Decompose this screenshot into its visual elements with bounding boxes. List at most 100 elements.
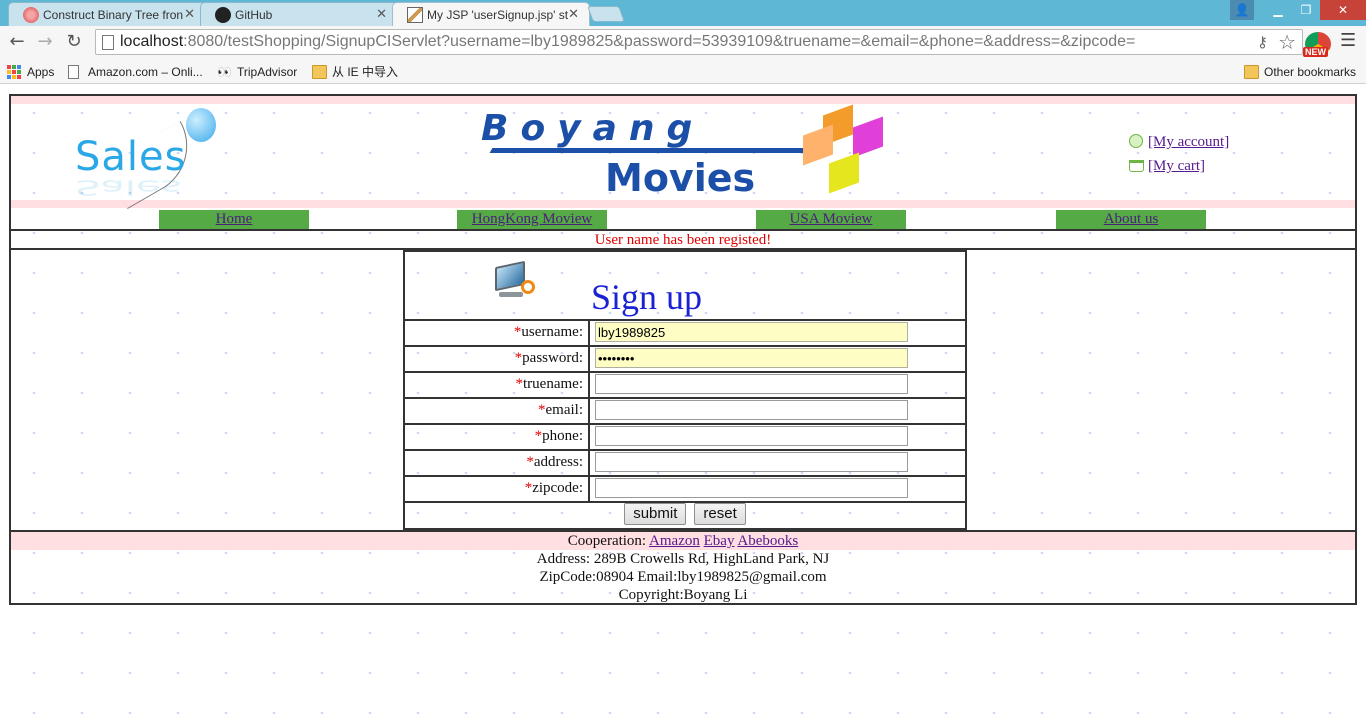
nav-home[interactable]: Home: [159, 210, 309, 229]
brand-logo-bar: [489, 148, 813, 153]
site-footer: Cooperation: Amazon Ebay Abebooks Addres…: [11, 532, 1355, 605]
error-message: User name has been registed!: [594, 232, 772, 248]
tab-label: Construct Binary Tree fron: [43, 8, 184, 22]
page-icon: [102, 35, 114, 50]
field-label: *zipcode:: [405, 477, 590, 501]
address-input[interactable]: [595, 452, 908, 472]
bookmark-apps[interactable]: Apps: [7, 63, 54, 81]
user-icon[interactable]: 👤: [1230, 0, 1254, 20]
nav-link[interactable]: HongKong Moview: [472, 211, 592, 227]
form-title: Sign up: [591, 277, 703, 317]
label-text: zipcode:: [532, 480, 583, 496]
cube-icon: [803, 124, 833, 166]
brand-logo-bottom: Movies: [605, 156, 756, 200]
reset-button[interactable]: reset: [694, 503, 746, 525]
reload-icon[interactable]: ↻: [63, 31, 85, 53]
nav-link[interactable]: Home: [216, 211, 253, 227]
window-close-icon[interactable]: ✕: [1320, 0, 1366, 20]
close-icon[interactable]: ✕: [568, 6, 579, 22]
site-frame: Sales Sales Boyang Movies [My account] […: [9, 94, 1357, 605]
required-mark: *: [515, 376, 524, 392]
nav-hongkong-moview[interactable]: HongKong Moview: [457, 210, 607, 229]
url-host: localhost: [120, 33, 184, 50]
cube-icon: [829, 152, 859, 194]
username-input[interactable]: [595, 322, 908, 342]
minimize-icon[interactable]: ▁: [1264, 0, 1292, 20]
my-account-link[interactable]: [My account]: [1148, 134, 1229, 150]
cooperation-line: Cooperation: Amazon Ebay Abebooks: [11, 532, 1355, 550]
leetcode-icon: [23, 7, 39, 23]
bookmarks-bar: Apps Amazon.com – Onli... 👀 TripAdvisor …: [0, 60, 1366, 84]
bookmark-label: Amazon.com – Onli...: [88, 65, 203, 79]
window-controls: 👤 ▁ ❐ ✕: [1230, 0, 1366, 20]
jsp-icon: [407, 7, 423, 23]
cooperation-label: Cooperation:: [567, 533, 647, 549]
balloon-icon: [186, 108, 216, 142]
zipcode-input[interactable]: [595, 478, 908, 498]
nav-usa-moview[interactable]: USA Moview: [756, 210, 906, 229]
page-content: Sales Sales Boyang Movies [My account] […: [0, 85, 1366, 728]
label-text: address:: [533, 454, 583, 470]
url-path: :8080/testShopping/SignupCIServlet?usern…: [183, 33, 1136, 50]
nav-link[interactable]: About us: [1104, 211, 1159, 227]
new-tab-button[interactable]: [587, 6, 625, 22]
sales-logo-reflection: Sales: [75, 175, 182, 199]
email-input[interactable]: [595, 400, 908, 420]
header-band: [11, 96, 1355, 104]
bookmark-star-icon[interactable]: ☆: [1278, 30, 1296, 54]
footer-contact: ZipCode:08904 Email:lby1989825@gmail.com: [539, 569, 827, 585]
partner-link-ebay[interactable]: Ebay: [704, 533, 735, 549]
form-header: Sign up: [405, 252, 965, 321]
form-row-address: *address:: [405, 451, 965, 477]
tab-user-signup[interactable]: My JSP 'userSignup.jsp' st ✕: [392, 2, 590, 26]
tab-github[interactable]: GitHub ✕: [200, 2, 398, 26]
partner-link-amazon[interactable]: Amazon: [649, 533, 700, 549]
close-icon[interactable]: ✕: [376, 6, 387, 22]
submit-button[interactable]: submit: [624, 503, 687, 525]
address-bar[interactable]: localhost:8080/testShopping/SignupCIServ…: [95, 29, 1303, 55]
field-label: *email:: [405, 399, 590, 423]
footer-address: Address: 289B Crowells Rd, HighLand Park…: [536, 551, 830, 567]
tripadvisor-icon: 👀: [217, 65, 232, 79]
header-band: [11, 200, 1355, 208]
partner-link-abebooks[interactable]: Abebooks: [737, 533, 798, 549]
globe-icon: [1129, 134, 1143, 148]
bookmark-ie-import[interactable]: 从 IE 中导入: [312, 63, 398, 81]
tab-label: My JSP 'userSignup.jsp' st: [427, 8, 569, 22]
close-icon[interactable]: ✕: [184, 6, 195, 22]
field-label: *phone:: [405, 425, 590, 449]
form-row-phone: *phone:: [405, 425, 965, 451]
label-text: email:: [545, 402, 584, 418]
forward-arrow-icon[interactable]: →: [34, 31, 56, 53]
nav-link[interactable]: USA Moview: [790, 211, 873, 227]
extension-badge: NEW: [1303, 47, 1328, 57]
tab-construct-binary-tree[interactable]: Construct Binary Tree fron ✕: [8, 2, 206, 26]
url-text[interactable]: localhost:8080/testShopping/SignupCIServ…: [120, 33, 1135, 51]
bookmark-tripadvisor[interactable]: 👀 TripAdvisor: [217, 63, 297, 81]
field-label: *truename:: [405, 373, 590, 397]
password-input[interactable]: [595, 348, 908, 368]
required-mark: *: [538, 402, 546, 418]
folder-icon: [312, 65, 327, 79]
sales-logo: Sales: [75, 134, 187, 180]
my-cart-link[interactable]: [My cart]: [1148, 158, 1205, 174]
site-header: Sales Sales Boyang Movies [My account] […: [11, 96, 1355, 210]
maximize-icon[interactable]: ❐: [1292, 0, 1320, 20]
apps-icon: [7, 65, 22, 79]
menu-icon[interactable]: ☰: [1340, 30, 1356, 51]
monitor-key-icon: [495, 260, 535, 298]
bookmark-amazon[interactable]: Amazon.com – Onli...: [68, 63, 203, 81]
back-arrow-icon[interactable]: ←: [6, 31, 28, 53]
key-icon[interactable]: ⚷: [1257, 33, 1268, 51]
browser-toolbar: ← → ↻ localhost:8080/testShopping/Signup…: [0, 26, 1366, 60]
form-row-truename: *truename:: [405, 373, 965, 399]
label-text: truename:: [523, 376, 583, 392]
other-bookmarks[interactable]: Other bookmarks: [1244, 63, 1356, 81]
tab-label: GitHub: [235, 8, 273, 22]
github-icon: [215, 7, 231, 23]
nav-about-us[interactable]: About us: [1056, 210, 1206, 229]
page-icon: [68, 65, 79, 79]
brand-logo-top: Boyang: [481, 108, 705, 149]
phone-input[interactable]: [595, 426, 908, 446]
truename-input[interactable]: [595, 374, 908, 394]
